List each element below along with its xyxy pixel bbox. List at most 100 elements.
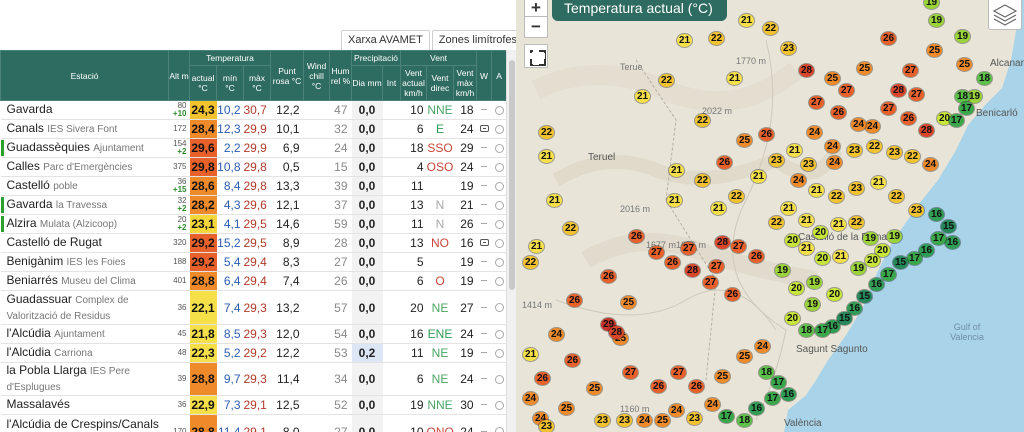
clock-icon[interactable] [494, 200, 504, 210]
temperature-marker[interactable]: 24 [523, 392, 538, 405]
clock-icon[interactable] [494, 427, 504, 432]
temperature-marker[interactable]: 26 [689, 380, 704, 393]
webcam-cell[interactable] [476, 290, 492, 325]
temperature-marker[interactable]: 24 [549, 328, 564, 341]
temperature-marker[interactable]: 28 [891, 84, 906, 97]
alert-cell[interactable] [491, 343, 506, 363]
temperature-marker[interactable]: 19 [805, 298, 820, 311]
layers-icon[interactable] [988, 0, 1022, 30]
alert-cell[interactable] [491, 176, 506, 196]
station-name[interactable]: Castelló [7, 178, 50, 192]
temperature-marker[interactable]: 27 [909, 88, 924, 101]
webcam-cell[interactable] [476, 324, 492, 344]
header-wind-actual[interactable]: Vent actual km/h [400, 65, 428, 101]
temperature-marker[interactable]: 24 [705, 398, 720, 411]
table-row[interactable]: Massalavés 36 22,9 7,3 29,1 12,5 52 0,0 19 NNE 30 [0, 395, 506, 415]
temperature-marker[interactable]: 28 [799, 64, 814, 77]
temperature-marker[interactable]: 17 [907, 252, 922, 265]
temperature-marker[interactable]: 22 [729, 190, 744, 203]
temperature-marker[interactable]: 20 [785, 312, 800, 325]
header-precip-day[interactable]: Dia mm [351, 65, 384, 101]
temperature-marker[interactable]: 24 [755, 340, 770, 353]
temperature-marker[interactable]: 18 [759, 366, 774, 379]
temperature-marker[interactable]: 15 [857, 290, 872, 303]
temperature-marker[interactable]: 21 [833, 250, 848, 263]
temperature-marker[interactable]: 17 [765, 392, 780, 405]
temperature-marker[interactable]: 25 [825, 72, 840, 85]
header-precip-int[interactable]: Int [382, 65, 402, 101]
temperature-marker[interactable]: 25 [857, 62, 872, 75]
webcam-cell[interactable] [476, 157, 492, 177]
webcam-cell[interactable] [476, 271, 492, 291]
temperature-marker[interactable]: 17 [949, 114, 964, 127]
temperature-marker[interactable]: 21 [781, 202, 796, 215]
alert-cell[interactable] [491, 252, 506, 272]
clock-icon[interactable] [494, 329, 504, 339]
table-row[interactable]: Canals IES Sivera Font 172 28,4 12,3 29,9 10,… [0, 119, 506, 139]
table-row[interactable]: Gavarda la Travessa 32 +2 28,2 4,3 29,6 12,1 37… [0, 195, 506, 215]
alert-cell[interactable] [491, 100, 506, 120]
temperature-marker[interactable]: 26 [831, 106, 846, 119]
temperature-marker[interactable]: 24 [669, 404, 684, 417]
table-row[interactable]: Benigànim IES les Foies 188 29,2 5,4 29,4 8,3… [0, 252, 506, 272]
table-row[interactable]: Guadassuar Complex de Valorització de Re… [0, 290, 506, 325]
temperature-marker[interactable]: 22 [709, 32, 724, 45]
station-name[interactable]: Canals [7, 121, 44, 135]
webcam-icon[interactable] [479, 239, 489, 247]
fullscreen-icon[interactable] [524, 44, 548, 68]
webcam-cell[interactable] [476, 138, 492, 158]
temperature-marker[interactable]: 15 [893, 256, 908, 269]
temperature-marker[interactable]: 25 [957, 58, 972, 71]
temperature-marker[interactable]: 27 [839, 84, 854, 97]
temperature-marker[interactable]: 17 [771, 376, 786, 389]
alert-cell[interactable] [491, 271, 506, 291]
temperature-marker[interactable]: 16 [749, 402, 764, 415]
temperature-marker[interactable]: 16 [929, 208, 944, 221]
station-name[interactable]: Castelló de Rugat [7, 235, 102, 249]
alert-cell[interactable] [491, 324, 506, 344]
temperature-marker[interactable]: 24 [851, 118, 866, 131]
station-cell[interactable]: l'Alcúdia Ajuntament [0, 324, 169, 344]
temperature-marker[interactable]: 25 [927, 44, 942, 57]
temperature-marker[interactable]: 21 [669, 164, 684, 177]
alert-cell[interactable] [491, 214, 506, 234]
tab-zones-limitrofes[interactable]: Zones limítrofes [431, 30, 516, 50]
temperature-marker[interactable]: 21 [787, 144, 802, 157]
station-name[interactable]: Guadassuar [7, 292, 72, 306]
table-row[interactable]: Castelló de Rugat 320 29,2 15,2 29,5 8,9 28 0,… [0, 233, 506, 253]
temperature-marker[interactable]: 21 [739, 14, 754, 27]
temperature-marker[interactable]: 27 [731, 240, 746, 253]
temperature-marker[interactable]: 19 [807, 276, 822, 289]
temperature-marker[interactable]: 19 [929, 14, 944, 27]
station-name[interactable]: Alzira [7, 216, 37, 230]
temperature-marker[interactable]: 27 [623, 366, 638, 379]
temperature-marker[interactable]: 26 [629, 230, 644, 243]
station-cell[interactable]: Calles Parc d'Emergències [0, 157, 169, 177]
temperature-marker[interactable]: 21 [751, 170, 766, 183]
temperature-marker[interactable]: 19 [851, 262, 866, 275]
temperature-marker[interactable]: 23 [687, 412, 702, 425]
station-name[interactable]: Beniarrés [7, 273, 58, 287]
temperature-marker[interactable]: 19 [924, 0, 939, 9]
station-cell[interactable]: Benigànim IES les Foies [0, 252, 169, 272]
clock-icon[interactable] [494, 276, 504, 286]
clock-icon[interactable] [494, 181, 504, 191]
webcam-cell[interactable] [476, 214, 492, 234]
temperature-marker[interactable]: 23 [595, 414, 610, 427]
temperature-marker[interactable]: 21 [635, 90, 650, 103]
temperature-marker[interactable]: 22 [889, 190, 904, 203]
header-station[interactable]: Estació [0, 50, 169, 101]
table-row[interactable]: l'Alcúdia de Crespins/Canals la Muntanye… [0, 414, 506, 432]
station-cell[interactable]: Gavarda la Travessa [0, 195, 169, 215]
temperature-marker[interactable]: 26 [749, 250, 764, 263]
webcam-cell[interactable] [476, 395, 492, 415]
clock-icon[interactable] [494, 143, 504, 153]
header-wind-dir[interactable]: Vent direc [426, 65, 455, 101]
temperature-marker[interactable]: 23 [801, 158, 816, 171]
temperature-marker[interactable]: 26 [565, 354, 580, 367]
station-cell[interactable]: Massalavés [0, 395, 169, 415]
temperature-marker[interactable]: 25 [621, 296, 636, 309]
temperature-marker[interactable]: 24 [791, 174, 806, 187]
temperature-marker[interactable]: 20 [865, 254, 880, 267]
alert-cell[interactable] [491, 414, 506, 432]
